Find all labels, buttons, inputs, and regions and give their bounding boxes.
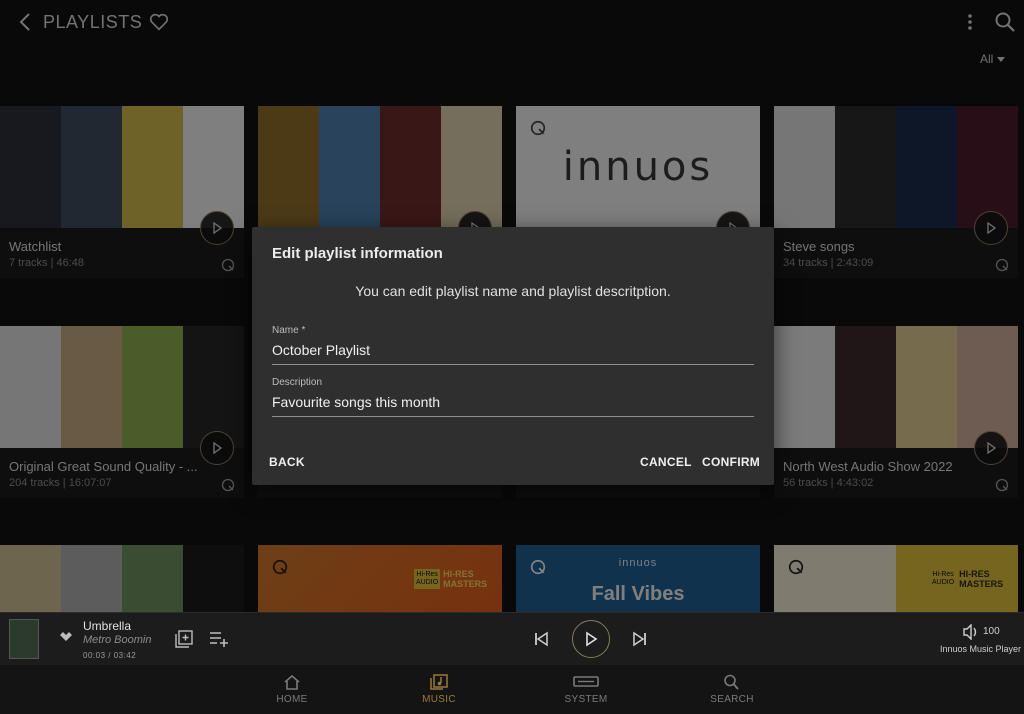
name-field: Name * — [272, 325, 754, 365]
nav-search[interactable]: SEARCH — [692, 665, 772, 714]
playlist-card[interactable]: innuos Fall Vibes — [516, 545, 760, 612]
music-library-icon — [430, 674, 448, 690]
qobuz-icon — [221, 478, 235, 492]
nav-music[interactable]: MUSIC — [399, 665, 479, 714]
playlist-card[interactable]: Hi-Res AUDIO HI-RES MASTERS — [774, 545, 1018, 612]
nav-system[interactable]: SYSTEM — [546, 665, 626, 714]
playlist-title: North West Audio Show 2022 — [783, 459, 953, 474]
masters-title: MASTERS — [959, 579, 1004, 589]
now-playing-artwork[interactable] — [9, 619, 39, 659]
playback-time: 00:03 / 03:42 — [83, 651, 137, 660]
queue-add-icon[interactable] — [209, 631, 229, 647]
back-arrow-icon[interactable] — [14, 10, 38, 34]
top-bar: PLAYLISTS — [0, 0, 1024, 46]
playlist-artwork — [774, 326, 1018, 448]
playlist-card[interactable] — [0, 545, 244, 612]
fall-vibes-text: Fall Vibes — [591, 583, 685, 605]
hires-badge: Hi-Res AUDIO HI-RES MASTERS — [414, 569, 487, 589]
filter-dropdown[interactable]: All — [980, 52, 1006, 66]
innuos-small-logo: innuos — [618, 557, 658, 569]
description-field: Description — [272, 377, 754, 417]
qobuz-icon — [995, 478, 1009, 492]
hires-title: HI-RES — [443, 569, 474, 579]
filter-label: All — [980, 52, 994, 66]
confirm-button[interactable]: CONFIRM — [702, 455, 760, 469]
nav-system-label: SYSTEM — [564, 694, 608, 705]
add-to-playlist-icon[interactable] — [175, 630, 193, 648]
playlist-artwork — [774, 106, 1018, 228]
play-button[interactable] — [974, 431, 1008, 465]
edit-playlist-dialog: Edit playlist information You can edit p… — [252, 227, 774, 485]
system-device-icon — [573, 676, 599, 687]
volume-level: 100 — [983, 626, 1000, 637]
playlist-card[interactable]: North West Audio Show 2022 56 tracks | 4… — [774, 326, 1018, 498]
qobuz-icon — [221, 258, 235, 272]
playlist-card[interactable]: Watchlist 7 tracks | 46:48 — [0, 106, 244, 278]
hires-badge-audio: AUDIO — [932, 579, 955, 586]
cancel-button[interactable]: CANCEL — [640, 455, 692, 469]
playlist-artwork — [0, 545, 244, 612]
player-bar: Umbrella Metro Boomin 00:03 / 03:42 100 … — [0, 612, 1024, 665]
bottom-navigation: HOME MUSIC SYSTEM SEARCH — [0, 665, 1024, 714]
hires-badge-audio: AUDIO — [416, 579, 439, 586]
qobuz-icon — [530, 120, 546, 136]
hires-badge: Hi-Res AUDIO HI-RES MASTERS — [930, 569, 1003, 589]
masters-title: MASTERS — [443, 579, 488, 589]
playlist-card[interactable]: Steve songs 34 tracks | 2:43:09 — [774, 106, 1018, 278]
playlist-meta: 204 tracks | 16:07:07 — [9, 477, 112, 489]
name-input[interactable] — [272, 342, 754, 365]
playlist-title: Original Great Sound Quality - ... — [9, 459, 198, 474]
qobuz-icon — [995, 258, 1009, 272]
playlist-artwork — [0, 106, 244, 228]
innuos-logo: innuos — [562, 144, 714, 190]
name-label: Name * — [272, 325, 306, 336]
playlist-card[interactable]: Hi-Res AUDIO HI-RES MASTERS — [258, 545, 502, 612]
hires-badge-text: Hi-Res — [932, 571, 954, 578]
playlist-artwork — [258, 106, 502, 228]
description-input[interactable] — [272, 394, 754, 417]
qobuz-icon — [272, 559, 288, 575]
playlist-card[interactable]: Original Great Sound Quality - ... 204 t… — [0, 326, 244, 498]
playlist-artwork: innuos Fall Vibes — [516, 545, 760, 612]
back-button[interactable]: BACK — [269, 455, 305, 469]
play-button[interactable] — [200, 431, 234, 465]
playlist-title: Watchlist — [9, 239, 62, 254]
playlist-artwork — [0, 326, 244, 448]
output-device[interactable]: Innuos Music Player — [940, 644, 1021, 654]
nav-home[interactable]: HOME — [252, 665, 332, 714]
qobuz-icon — [788, 559, 804, 575]
now-playing-title: Umbrella — [83, 619, 132, 633]
play-pause-button[interactable] — [572, 620, 610, 658]
nav-home-label: HOME — [276, 694, 308, 705]
more-vertical-icon[interactable] — [960, 11, 980, 33]
playlist-artwork: innuos — [516, 106, 760, 228]
playlist-title: Steve songs — [783, 239, 855, 254]
heart-icon[interactable] — [148, 11, 170, 33]
playlist-meta: 56 tracks | 4:43:02 — [783, 477, 874, 489]
now-playing-artist: Metro Boomin — [83, 634, 152, 646]
dialog-title: Edit playlist information — [272, 245, 443, 262]
page-title: PLAYLISTS — [43, 12, 143, 32]
volume-icon[interactable] — [962, 624, 980, 640]
play-button[interactable] — [974, 211, 1008, 245]
next-track-icon[interactable] — [632, 631, 648, 647]
qobuz-icon — [530, 559, 546, 575]
play-button[interactable] — [200, 211, 234, 245]
previous-track-icon[interactable] — [533, 631, 549, 647]
tidal-icon — [60, 632, 72, 641]
nav-search-label: SEARCH — [710, 694, 754, 705]
hires-badge-text: Hi-Res — [416, 571, 438, 578]
nav-music-label: MUSIC — [422, 694, 456, 705]
chevron-down-icon — [997, 56, 1006, 62]
description-label: Description — [272, 377, 323, 388]
search-icon[interactable] — [993, 10, 1017, 34]
hires-title: HI-RES — [959, 569, 990, 579]
playlist-meta: 7 tracks | 46:48 — [9, 257, 85, 269]
dialog-description: You can edit playlist name and playlist … — [355, 283, 671, 299]
search-icon — [724, 674, 739, 690]
playlist-meta: 34 tracks | 2:43:09 — [783, 257, 874, 269]
home-icon — [284, 674, 300, 690]
